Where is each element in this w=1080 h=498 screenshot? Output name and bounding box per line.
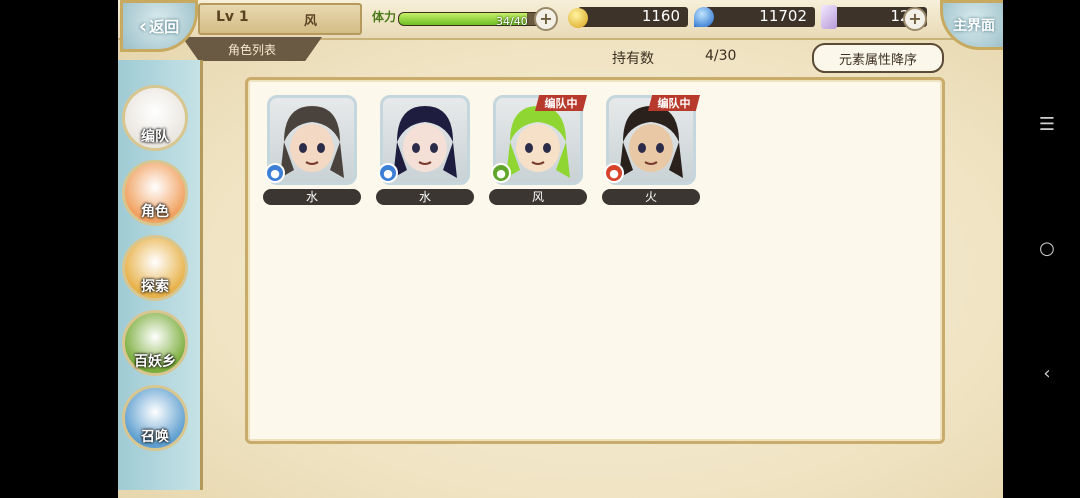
menu-button-3[interactable]: 探索 bbox=[122, 235, 188, 301]
character-card[interactable]: ● 水 bbox=[263, 95, 361, 207]
back-button[interactable]: ‹ 返回 bbox=[120, 0, 198, 52]
menu-button-label: 角色 bbox=[141, 204, 169, 220]
owned-label: 持有数 bbox=[612, 51, 654, 67]
menu-button-1[interactable]: 编队 bbox=[122, 85, 188, 151]
menu-button-label: 探索 bbox=[141, 279, 169, 295]
home-circle-icon[interactable]: ○ bbox=[1036, 237, 1058, 259]
element-icon: ● bbox=[604, 163, 624, 183]
blue-gem-icon bbox=[694, 7, 714, 27]
character-list-tab: 角色列表 bbox=[182, 37, 322, 61]
add-stamina-button[interactable]: + bbox=[534, 7, 558, 31]
character-element-label: 水 bbox=[376, 189, 474, 205]
back-arrow-icon: ‹ bbox=[138, 14, 148, 38]
in-team-badge: 编队中 bbox=[535, 95, 587, 111]
element-icon: ● bbox=[491, 163, 511, 183]
player-level-box: Lv 1 风 bbox=[198, 3, 362, 35]
character-element-label: 水 bbox=[263, 189, 361, 205]
stamina-label: 体力 bbox=[372, 10, 397, 24]
menu-button-label: 百妖乡 bbox=[134, 354, 176, 370]
owned-count: 4/30 bbox=[705, 48, 737, 64]
character-element-label: 火 bbox=[602, 189, 700, 205]
home-button[interactable]: 主界面 bbox=[940, 0, 1003, 50]
player-element: 风 bbox=[304, 14, 318, 29]
element-icon: ● bbox=[265, 163, 285, 183]
character-card[interactable]: ● 编队中风 bbox=[489, 95, 587, 207]
menu-button-2[interactable]: 角色 bbox=[122, 160, 188, 226]
crystal-icon bbox=[821, 5, 837, 29]
add-crystal-button[interactable]: + bbox=[903, 7, 927, 31]
back-chevron-icon[interactable]: ‹ bbox=[1036, 362, 1058, 384]
menu-icon[interactable]: ☰ bbox=[1036, 113, 1058, 135]
player-level: Lv 1 bbox=[216, 9, 249, 25]
stamina-value: 34/40 bbox=[496, 15, 528, 28]
menu-button-label: 编队 bbox=[141, 129, 169, 145]
character-card[interactable]: ● 编队中火 bbox=[602, 95, 700, 207]
character-element-label: 风 bbox=[489, 189, 587, 205]
element-icon: ● bbox=[378, 163, 398, 183]
in-team-badge: 编队中 bbox=[648, 95, 700, 111]
stamina-meter: 体力 34/40 bbox=[372, 6, 557, 30]
menu-button-4[interactable]: 百妖乡 bbox=[122, 310, 188, 376]
gem-counter: 11702 bbox=[705, 7, 815, 27]
gold-coin-icon bbox=[568, 8, 588, 28]
menu-button-5[interactable]: 召唤 bbox=[122, 385, 188, 451]
back-label: 返回 bbox=[149, 17, 180, 36]
menu-button-label: 召唤 bbox=[141, 429, 169, 445]
character-card[interactable]: ● 水 bbox=[376, 95, 474, 207]
game-screen: Lv 1 风 角色列表 体力 34/40 + 1160 11702 121 + … bbox=[118, 0, 1003, 498]
gold-counter: 1160 bbox=[578, 7, 688, 27]
sort-button[interactable]: 元素属性降序 bbox=[812, 43, 944, 73]
